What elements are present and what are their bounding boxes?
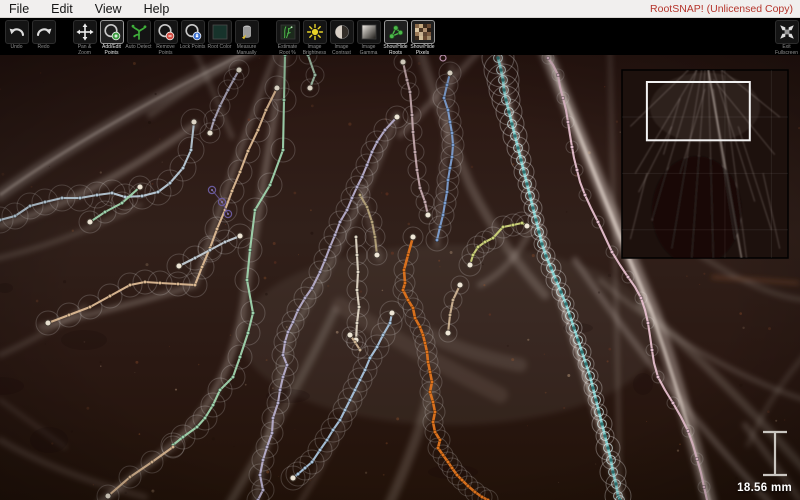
toolbar-button-add-edit-points[interactable]: Add/Edit Points	[98, 20, 125, 56]
toolbar-button-measure-manually[interactable]: Measure Manually	[233, 20, 260, 56]
toolbar-button-label: Undo	[3, 45, 30, 51]
license-text: RootSNAP! (Unlicensed Copy)	[650, 3, 800, 15]
toolbar-button-redo[interactable]: Redo	[30, 20, 57, 51]
toolbar-button-show-hide-roots[interactable]: Show/Hide Roots	[382, 20, 409, 56]
toolbar-button-estimate-root[interactable]: Estimate Root %	[274, 20, 301, 56]
toolbar-button-remove-points[interactable]: Remove Points	[152, 20, 179, 56]
toolbar-group: Pan & Zoom Add/Edit PointsAuto Detect Re…	[71, 20, 260, 56]
undo-icon	[5, 20, 29, 44]
toolbar-button-label: Lock Points	[179, 45, 206, 51]
toolbar-group: Estimate Root %Image BrightnessImage Con…	[274, 20, 436, 56]
toolbar: UndoRedo Pan & Zoom Add/Edit PointsAuto D…	[0, 18, 800, 55]
toolbar-button-show-hide-pixels[interactable]: Show/Hide Pixels	[409, 20, 436, 56]
menu-help[interactable]: Help	[133, 0, 181, 18]
toolbar-button-exit-fullscreen[interactable]: Exit Fullscreen	[773, 20, 800, 56]
estimate-root-icon	[276, 20, 300, 44]
toolbar-button-image-brightness[interactable]: Image Brightness	[301, 20, 328, 56]
toolbar-button-image-gamma[interactable]: Image Gamma	[355, 20, 382, 56]
auto-detect-icon	[127, 20, 151, 44]
scale-label: 18.56 mm	[737, 482, 792, 494]
toolbar-button-lock-points[interactable]: Lock Points	[179, 20, 206, 56]
toolbar-button-root-color[interactable]: Root Color	[206, 20, 233, 56]
exit-fullscreen-icon	[775, 20, 799, 44]
measure-manually-icon	[235, 20, 259, 44]
toolbar-button-label: Root Color	[206, 45, 233, 51]
menu-file[interactable]: File	[0, 0, 40, 18]
toolbar-button-label: Redo	[30, 45, 57, 51]
lock-points-icon	[181, 20, 205, 44]
show-hide-roots-icon	[384, 20, 408, 44]
minimap[interactable]	[622, 70, 788, 266]
toolbar-button-undo[interactable]: Undo	[3, 20, 30, 51]
add-edit-points-icon	[100, 20, 124, 44]
toolbar-group: UndoRedo	[3, 20, 57, 51]
redo-icon	[32, 20, 56, 44]
rootsnap-window: File Edit View Help RootSNAP! (Unlicense…	[0, 0, 800, 500]
image-contrast-icon	[330, 20, 354, 44]
image-gamma-icon	[357, 20, 381, 44]
root-image[interactable]	[0, 55, 800, 500]
pan-zoom-icon	[73, 20, 97, 44]
toolbar-button-pan-zoom[interactable]: Pan & Zoom	[71, 20, 98, 56]
menu-view[interactable]: View	[84, 0, 133, 18]
root-image-canvas[interactable]: 18.56 mm	[0, 55, 800, 500]
show-hide-pixels-icon	[411, 20, 435, 44]
remove-points-icon	[154, 20, 178, 44]
toolbar-button-auto-detect[interactable]: Auto Detect	[125, 20, 152, 56]
toolbar-button-label: Auto Detect	[125, 45, 152, 51]
toolbar-button-image-contrast[interactable]: Image Contrast	[328, 20, 355, 56]
menu-edit[interactable]: Edit	[40, 0, 84, 18]
toolbar-group: Exit Fullscreen	[773, 20, 800, 56]
menu-bar: File Edit View Help RootSNAP! (Unlicense…	[0, 0, 800, 18]
root-color-icon	[208, 20, 232, 44]
image-brightness-icon	[303, 20, 327, 44]
